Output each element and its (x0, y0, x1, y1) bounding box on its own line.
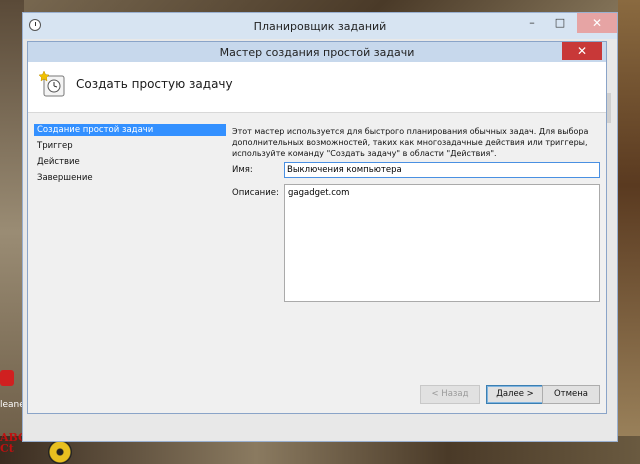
parent-titlebar[interactable]: Планировщик заданий – □ ✕ (23, 13, 617, 39)
minimize-button[interactable]: – (519, 13, 545, 33)
intro-text: Этот мастер используется для быстрого пл… (232, 127, 589, 158)
task-wizard-icon (38, 70, 65, 97)
back-button[interactable]: < Назад (420, 385, 480, 404)
task-name-input[interactable] (284, 162, 600, 178)
wizard-steps-nav: Создание простой задачи Триггер Действие… (34, 122, 226, 412)
step-action[interactable]: Действие (34, 156, 226, 168)
dialog-close-button[interactable]: ✕ (562, 42, 602, 60)
desktop-disc-icon[interactable] (48, 440, 72, 464)
cancel-button[interactable]: Отмена (542, 385, 600, 404)
maximize-button[interactable]: □ (547, 13, 573, 33)
desktop-wallpaper-right (618, 0, 640, 464)
abc-icon-line-2: Ct (0, 442, 14, 455)
dialog-titlebar[interactable]: Мастер создания простой задачи ✕ (28, 42, 606, 62)
desktop-app-icon[interactable] (0, 370, 14, 386)
step-create-simple-task[interactable]: Создание простой задачи (34, 124, 226, 136)
dialog-title: Мастер создания простой задачи (219, 46, 415, 59)
desktop-wallpaper-left (0, 0, 24, 464)
simple-task-wizard-dialog: Мастер создания простой задачи ✕ Создать… (27, 41, 607, 414)
wizard-header: Создать простую задачу (28, 62, 606, 113)
step-finish[interactable]: Завершение (34, 172, 226, 184)
next-button[interactable]: Далее > (486, 385, 544, 404)
description-label: Описание: (232, 188, 279, 198)
description-textarea[interactable]: gagadget.com (284, 184, 600, 302)
wizard-page-title: Создать простую задачу (76, 77, 233, 91)
step-trigger[interactable]: Триггер (34, 140, 226, 152)
name-label: Имя: (232, 165, 253, 175)
parent-close-button[interactable]: ✕ (577, 13, 617, 33)
